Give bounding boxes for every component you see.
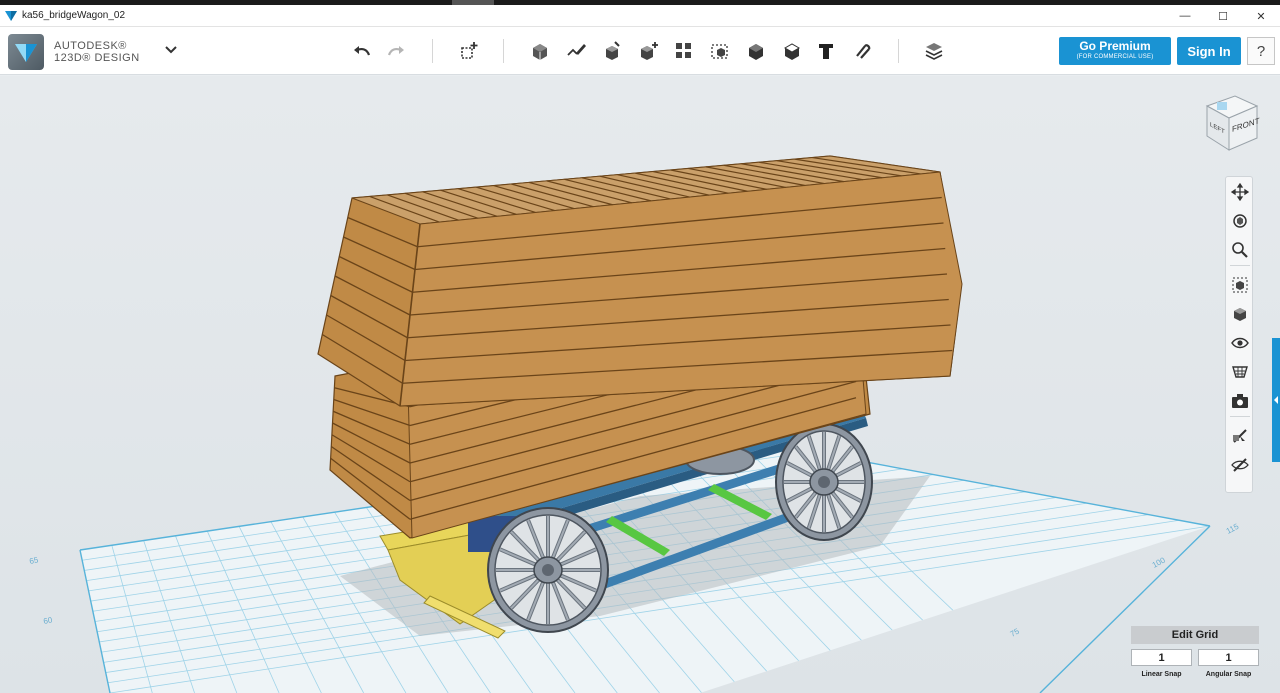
sketch-icon[interactable]	[562, 37, 590, 65]
perspective-icon[interactable]	[1229, 303, 1251, 325]
text-icon[interactable]	[812, 37, 840, 65]
linear-snap-input[interactable]: 1	[1131, 649, 1192, 666]
snap-icon[interactable]	[848, 37, 876, 65]
pan-icon[interactable]	[1229, 181, 1251, 203]
construct-icon[interactable]	[598, 37, 626, 65]
selection-icon[interactable]	[1229, 425, 1251, 447]
material-view-icon[interactable]	[1229, 361, 1251, 383]
title-bar: ka56_bridgeWagon_02 — ☐ ✕	[0, 5, 1280, 27]
window-controls: — ☐ ✕	[1166, 5, 1280, 27]
window-title: ka56_bridgeWagon_02	[22, 10, 126, 21]
combine-icon[interactable]	[742, 37, 770, 65]
grid-label: 115	[1225, 522, 1241, 536]
visibility-icon[interactable]	[1229, 332, 1251, 354]
redo-icon[interactable]	[382, 37, 410, 65]
rear-wheel[interactable]	[775, 423, 873, 541]
angular-snap-label: Angular Snap	[1205, 671, 1252, 678]
linear-snap-label: Linear Snap	[1141, 671, 1182, 678]
grid-label: 100	[1151, 555, 1167, 569]
primitives-icon[interactable]	[526, 37, 554, 65]
grid-label: 60	[43, 615, 54, 626]
edit-grid-button[interactable]: Edit Grid	[1131, 626, 1259, 644]
angular-snap-input[interactable]: 1	[1198, 649, 1259, 666]
grid-label: 65	[29, 555, 40, 566]
front-wheel[interactable]	[487, 507, 609, 633]
side-panel-tab[interactable]	[1272, 338, 1280, 462]
camera-icon[interactable]	[1229, 390, 1251, 412]
undo-icon[interactable]	[348, 37, 376, 65]
brand-product: 123D® DESIGN	[54, 52, 140, 64]
autodesk-logo-icon	[8, 34, 44, 70]
app-icon	[5, 10, 17, 21]
modify-icon[interactable]	[634, 37, 662, 65]
zoom-icon[interactable]	[1229, 239, 1251, 261]
new-primitive-icon[interactable]	[455, 37, 483, 65]
navigation-bar	[1225, 176, 1253, 493]
minimize-button[interactable]: —	[1166, 5, 1204, 27]
scene-canvas[interactable]: 65 60 115 100 75	[0, 76, 1280, 693]
pattern-icon[interactable]	[670, 37, 698, 65]
sign-in-button[interactable]: Sign In	[1177, 37, 1241, 65]
brand: AUTODESK® 123D® DESIGN	[8, 34, 140, 70]
material-icon[interactable]	[920, 37, 948, 65]
help-button[interactable]: ?	[1247, 37, 1275, 65]
go-premium-button[interactable]: Go Premium (FOR COMMERCIAL USE)	[1059, 37, 1171, 65]
measure-icon[interactable]	[778, 37, 806, 65]
close-button[interactable]: ✕	[1242, 5, 1280, 27]
3d-viewport[interactable]: 65 60 115 100 75 LEFT FRONT Edit Grid 1 …	[0, 76, 1280, 693]
grouping-icon[interactable]	[706, 37, 734, 65]
fit-icon[interactable]	[1229, 274, 1251, 296]
view-cube[interactable]: LEFT FRONT	[1195, 92, 1265, 162]
main-toolbar: AUTODESK® 123D® DESIGN Go Premium (FOR C…	[0, 27, 1280, 75]
maximize-button[interactable]: ☐	[1204, 5, 1242, 27]
hide-icon[interactable]	[1229, 454, 1251, 476]
orbit-icon[interactable]	[1229, 210, 1251, 232]
chevron-down-icon[interactable]	[164, 43, 178, 57]
grid-label: 75	[1009, 626, 1022, 638]
brand-company: AUTODESK®	[54, 40, 127, 52]
